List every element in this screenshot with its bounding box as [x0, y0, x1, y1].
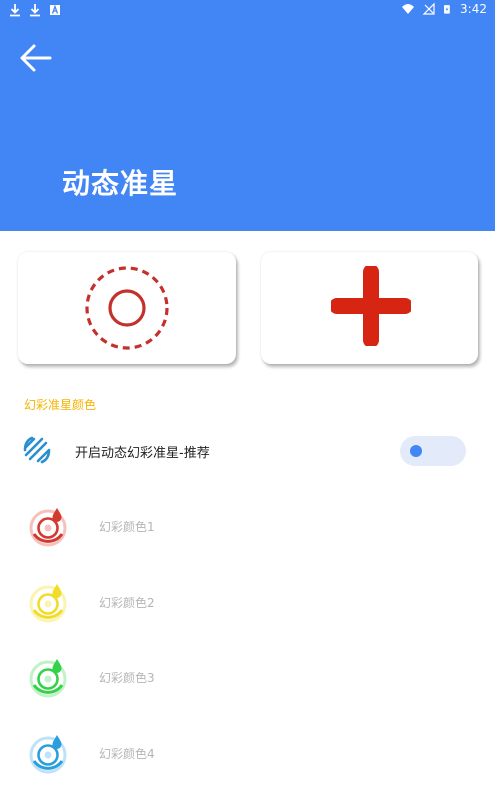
- color-option-4[interactable]: 幻彩颜色4: [0, 723, 495, 783]
- rainbow-crosshair-icon: [23, 436, 51, 464]
- crosshair-option-plus[interactable]: [261, 252, 478, 364]
- crosshair-option-circle[interactable]: [18, 252, 236, 364]
- color-option-3[interactable]: 幻彩颜色3: [0, 647, 495, 707]
- color-option-1[interactable]: 幻彩颜色1: [0, 496, 495, 556]
- status-bar-right: 3:42: [401, 2, 487, 16]
- section-title: 幻彩准星颜色: [24, 398, 97, 412]
- switch-knob: [410, 445, 422, 457]
- color-option-2[interactable]: 幻彩颜色2: [0, 572, 495, 632]
- page-title: 动态准星: [62, 167, 179, 200]
- color-drop-crosshair-icon: [29, 584, 67, 623]
- dynamic-rainbow-toggle-row[interactable]: 开启动态幻彩准星-推荐: [0, 428, 495, 474]
- color-drop-crosshair-icon: [29, 735, 67, 774]
- status-time: 3:42: [460, 2, 487, 16]
- status-bar-left: [8, 3, 62, 17]
- text-a-icon: [50, 4, 60, 15]
- download-icon: [10, 4, 20, 17]
- color-label: 幻彩颜色4: [99, 747, 155, 761]
- toggle-label: 开启动态幻彩准星-推荐: [75, 446, 210, 461]
- plus-crosshair-icon: [331, 266, 411, 346]
- back-button[interactable]: [16, 40, 56, 76]
- battery-charging-icon: [444, 5, 450, 14]
- color-label: 幻彩颜色3: [99, 671, 155, 685]
- color-drop-crosshair-icon: [29, 508, 67, 547]
- color-drop-crosshair-icon: [29, 659, 67, 698]
- no-signal-icon: [422, 2, 435, 15]
- color-label: 幻彩颜色2: [99, 596, 155, 610]
- wifi-icon: [402, 4, 415, 14]
- circle-dashed-crosshair-icon: [85, 266, 169, 350]
- dynamic-rainbow-switch[interactable]: [400, 436, 466, 466]
- status-bar: 3:42: [0, 0, 495, 22]
- app-header: 3:42 动态准星: [0, 0, 495, 231]
- download-icon: [30, 4, 40, 17]
- arrow-left-icon: [20, 44, 52, 72]
- color-label: 幻彩颜色1: [99, 520, 155, 534]
